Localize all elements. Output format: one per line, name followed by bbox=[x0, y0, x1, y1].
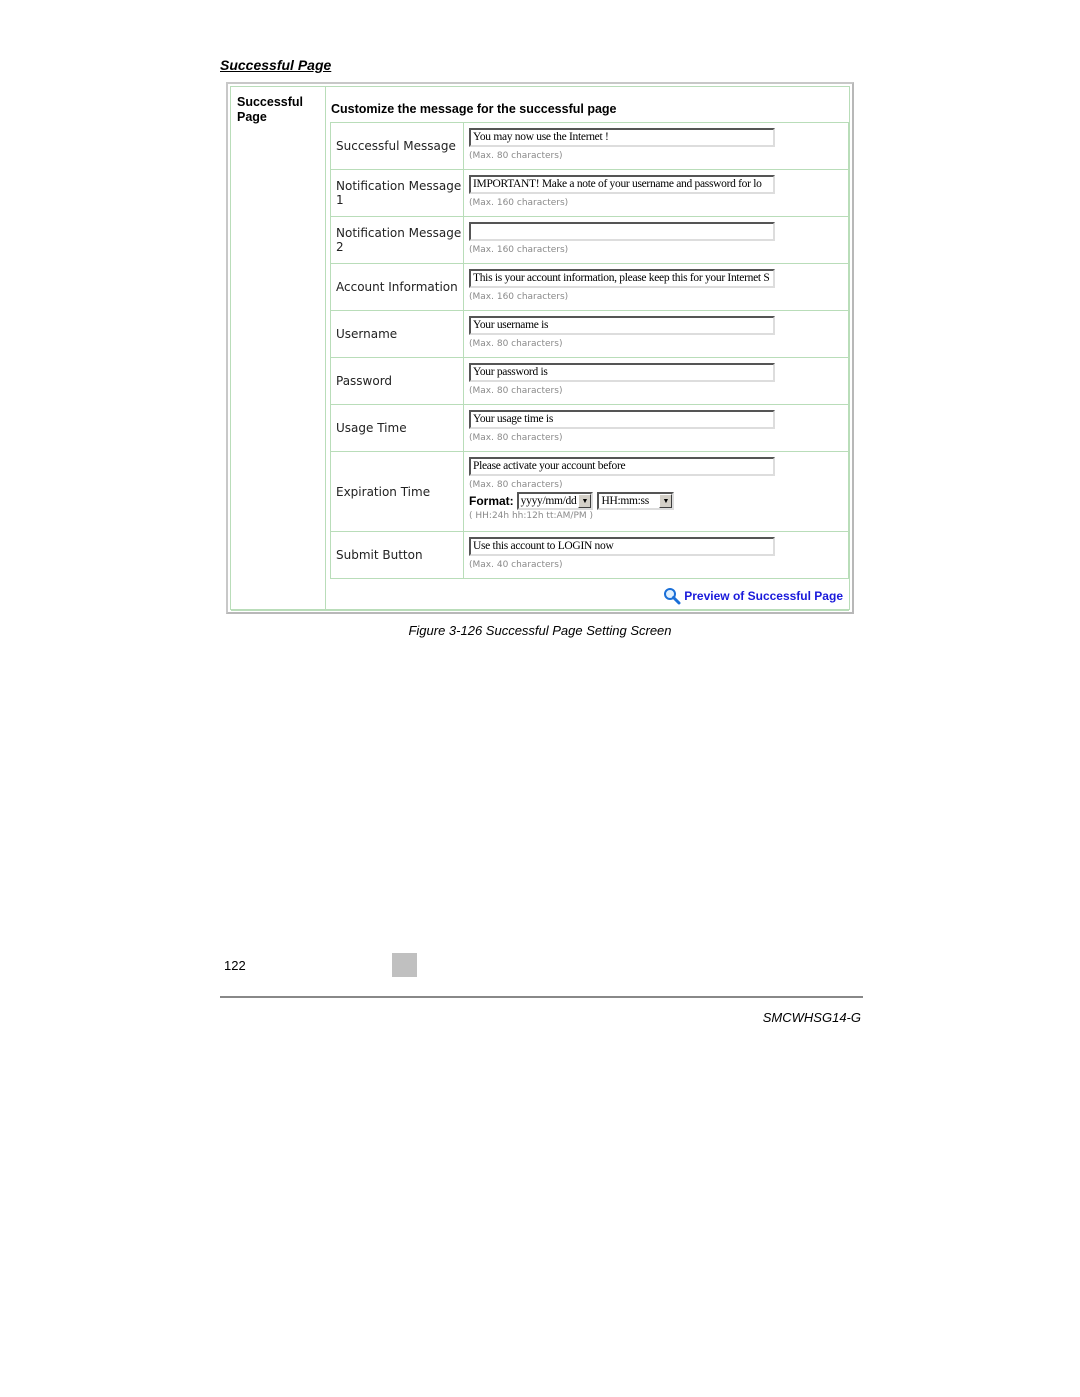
expiration-time-input[interactable]: Please activate your account before bbox=[469, 457, 775, 476]
max-chars-hint: (Max. 160 characters) bbox=[469, 198, 569, 208]
settings-panel: Successful Page Customize the message fo… bbox=[230, 86, 850, 611]
successful-message-input[interactable]: You may now use the Internet ! bbox=[469, 128, 775, 147]
field-label: Successful Message bbox=[331, 123, 464, 169]
page-number: 122 bbox=[224, 958, 246, 973]
panel-title: Customize the message for the successful… bbox=[331, 102, 617, 116]
time-format-select[interactable]: HH:mm:ss ▼ bbox=[597, 492, 675, 510]
dropdown-arrow-icon[interactable]: ▼ bbox=[659, 494, 673, 508]
message-form: Successful Message You may now use the I… bbox=[330, 122, 849, 579]
figure-caption: Figure 3-126 Successful Page Setting Scr… bbox=[408, 623, 672, 638]
magnifier-icon bbox=[664, 588, 681, 605]
row-notification-message-1: Notification Message 1 IMPORTANT! Make a… bbox=[331, 169, 848, 216]
preview-link-label[interactable]: Preview of Successful Page bbox=[684, 589, 843, 603]
password-input[interactable]: Your password is bbox=[469, 363, 775, 382]
max-chars-hint: (Max. 80 characters) bbox=[469, 480, 563, 490]
row-password: Password Your password is (Max. 80 chara… bbox=[331, 357, 848, 404]
side-column: Successful Page bbox=[231, 87, 326, 609]
notification-message-1-input[interactable]: IMPORTANT! Make a note of your username … bbox=[469, 175, 775, 194]
divider bbox=[231, 610, 849, 611]
account-information-input[interactable]: This is your account information, please… bbox=[469, 269, 775, 288]
username-input[interactable]: Your username is bbox=[469, 316, 775, 335]
max-chars-hint: (Max. 160 characters) bbox=[469, 292, 569, 302]
field-label: Expiration Time bbox=[331, 452, 464, 531]
field-label: Usage Time bbox=[331, 405, 464, 451]
max-chars-hint: (Max. 80 characters) bbox=[469, 433, 563, 443]
row-expiration-time: Expiration Time Please activate your acc… bbox=[331, 451, 848, 531]
successful-page-settings-screenshot: Successful Page Customize the message fo… bbox=[226, 82, 854, 614]
field-label: Notification Message 1 bbox=[331, 170, 464, 216]
footer-divider bbox=[220, 996, 863, 998]
format-controls: Format: yyyy/mm/dd ▼ HH:mm:ss ▼ bbox=[469, 492, 848, 510]
max-chars-hint: (Max. 80 characters) bbox=[469, 339, 563, 349]
row-account-information: Account Information This is your account… bbox=[331, 263, 848, 310]
field-label: Account Information bbox=[331, 264, 464, 310]
format-label: Format: bbox=[469, 494, 514, 508]
row-submit-button: Submit Button Use this account to LOGIN … bbox=[331, 531, 848, 578]
field-label: Submit Button bbox=[331, 532, 464, 578]
side-title: Successful Page bbox=[237, 95, 304, 124]
usage-time-input[interactable]: Your usage time is bbox=[469, 410, 775, 429]
max-chars-hint: (Max. 160 characters) bbox=[469, 245, 569, 255]
row-successful-message: Successful Message You may now use the I… bbox=[331, 123, 848, 169]
row-usage-time: Usage Time Your usage time is (Max. 80 c… bbox=[331, 404, 848, 451]
page-marker-box bbox=[392, 953, 417, 977]
time-format-value: HH:mm:ss bbox=[601, 495, 649, 507]
max-chars-hint: (Max. 40 characters) bbox=[469, 560, 563, 570]
date-format-select[interactable]: yyyy/mm/dd ▼ bbox=[516, 492, 594, 510]
preview-successful-page-link[interactable]: Preview of Successful Page bbox=[663, 587, 843, 605]
format-hint: ( HH:24h hh:12h tt:AM/PM ) bbox=[469, 511, 594, 521]
max-chars-hint: (Max. 80 characters) bbox=[469, 151, 563, 161]
dropdown-arrow-icon[interactable]: ▼ bbox=[578, 494, 592, 508]
footer-model-name: SMCWHSG14-G bbox=[762, 1010, 861, 1025]
field-label: Username bbox=[331, 311, 464, 357]
submit-button-text-input[interactable]: Use this account to LOGIN now bbox=[469, 537, 775, 556]
field-label: Password bbox=[331, 358, 464, 404]
section-heading: Successful Page bbox=[220, 57, 332, 73]
max-chars-hint: (Max. 80 characters) bbox=[469, 386, 563, 396]
row-notification-message-2: Notification Message 2 (Max. 160 charact… bbox=[331, 216, 848, 263]
date-format-value: yyyy/mm/dd bbox=[520, 495, 577, 507]
field-label: Notification Message 2 bbox=[331, 217, 464, 263]
notification-message-2-input[interactable] bbox=[469, 222, 775, 241]
row-username: Username Your username is (Max. 80 chara… bbox=[331, 310, 848, 357]
